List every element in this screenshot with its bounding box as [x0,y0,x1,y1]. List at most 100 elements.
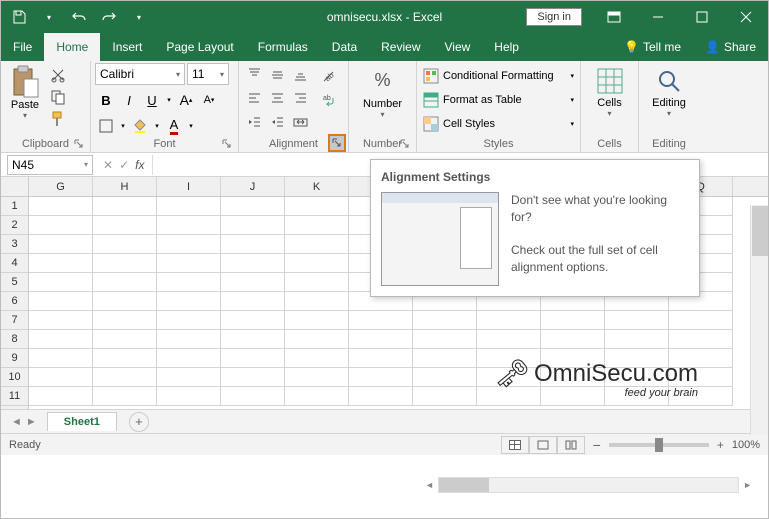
format-table-button[interactable]: Format as Table▾ [421,89,576,111]
cell[interactable] [93,216,157,235]
sheet-next-icon[interactable]: ► [26,416,37,428]
format-painter-icon[interactable] [47,109,69,129]
cell[interactable] [93,235,157,254]
fill-dropdown[interactable]: ▾ [152,115,162,137]
tab-review[interactable]: Review [369,33,432,61]
page-break-view-icon[interactable] [557,436,585,454]
cell[interactable] [413,330,477,349]
alignment-launcher[interactable] [328,134,346,152]
number-label[interactable]: Number [363,98,402,110]
wrap-text-icon[interactable]: ab [317,89,339,111]
col-header[interactable]: I [157,177,221,196]
cell[interactable] [29,368,93,387]
cell[interactable] [285,235,349,254]
border-dropdown[interactable]: ▾ [118,115,128,137]
col-header[interactable]: K [285,177,349,196]
cell[interactable] [285,387,349,406]
cell[interactable] [349,387,413,406]
cell[interactable] [349,311,413,330]
tab-home[interactable]: Home [44,33,100,61]
cell[interactable] [29,254,93,273]
cell[interactable] [29,349,93,368]
cell[interactable] [285,254,349,273]
cell[interactable] [477,311,541,330]
cell[interactable] [285,273,349,292]
cell[interactable] [221,311,285,330]
editing-dropdown[interactable]: ▾ [667,109,671,118]
zoom-in-icon[interactable]: + [717,438,724,452]
page-layout-view-icon[interactable] [529,436,557,454]
row-header[interactable]: 11 [1,387,28,406]
row-header[interactable]: 1 [1,197,28,216]
font-color-dropdown[interactable]: ▾ [186,115,196,137]
row-header[interactable]: 6 [1,292,28,311]
cell[interactable] [221,349,285,368]
increase-indent-icon[interactable] [266,111,288,133]
copy-icon[interactable] [47,87,69,107]
editing-label[interactable]: Editing [652,97,686,109]
qat-dropdown[interactable]: ▾ [125,3,153,31]
redo-icon[interactable] [95,3,123,31]
cell[interactable] [29,197,93,216]
new-sheet-icon[interactable]: + [129,412,149,432]
cell[interactable] [157,197,221,216]
cell[interactable] [93,349,157,368]
cell[interactable] [29,387,93,406]
border-icon[interactable] [95,115,117,137]
cell[interactable] [157,216,221,235]
cell[interactable] [605,311,669,330]
cell[interactable] [285,349,349,368]
cell[interactable] [221,330,285,349]
cell[interactable] [349,330,413,349]
italic-button[interactable]: I [118,89,140,111]
select-all-corner[interactable] [1,177,29,197]
cell[interactable] [221,273,285,292]
zoom-slider[interactable] [609,443,709,447]
zoom-level[interactable]: 100% [732,439,760,451]
undo-icon[interactable] [65,3,93,31]
cell[interactable] [29,273,93,292]
zoom-out-icon[interactable]: − [593,437,601,453]
cell[interactable] [93,292,157,311]
cell[interactable] [93,197,157,216]
cell[interactable] [221,368,285,387]
paste-dropdown[interactable]: ▾ [23,111,27,120]
font-launcher[interactable] [219,136,234,151]
sheet-prev-icon[interactable]: ◄ [11,416,22,428]
bold-button[interactable]: B [95,89,117,111]
name-box[interactable]: N45▾ [7,155,93,175]
share-button[interactable]: 👤Share [693,40,768,54]
clipboard-launcher[interactable] [71,136,86,151]
decrease-indent-icon[interactable] [243,111,265,133]
maximize-icon[interactable] [680,1,724,33]
cell[interactable] [29,292,93,311]
cell[interactable] [349,368,413,387]
tab-page-layout[interactable]: Page Layout [154,33,245,61]
cell[interactable] [285,311,349,330]
normal-view-icon[interactable] [501,436,529,454]
cell[interactable] [221,254,285,273]
cell[interactable] [221,292,285,311]
paste-label[interactable]: Paste [11,99,39,111]
cell[interactable] [221,387,285,406]
cell[interactable] [285,197,349,216]
cell[interactable] [541,330,605,349]
cell[interactable] [29,235,93,254]
cell[interactable] [285,216,349,235]
underline-dropdown[interactable]: ▾ [164,89,174,111]
cell[interactable] [93,368,157,387]
cells-dropdown[interactable]: ▾ [607,109,611,118]
cell[interactable] [157,368,221,387]
cell[interactable] [29,216,93,235]
number-launcher[interactable] [397,136,412,151]
cell[interactable] [157,311,221,330]
row-header[interactable]: 7 [1,311,28,330]
cell[interactable] [93,387,157,406]
col-header[interactable]: H [93,177,157,196]
cell[interactable] [157,254,221,273]
cut-icon[interactable] [47,65,69,85]
cell[interactable] [221,197,285,216]
row-header[interactable]: 9 [1,349,28,368]
cell[interactable] [157,292,221,311]
row-header[interactable]: 4 [1,254,28,273]
